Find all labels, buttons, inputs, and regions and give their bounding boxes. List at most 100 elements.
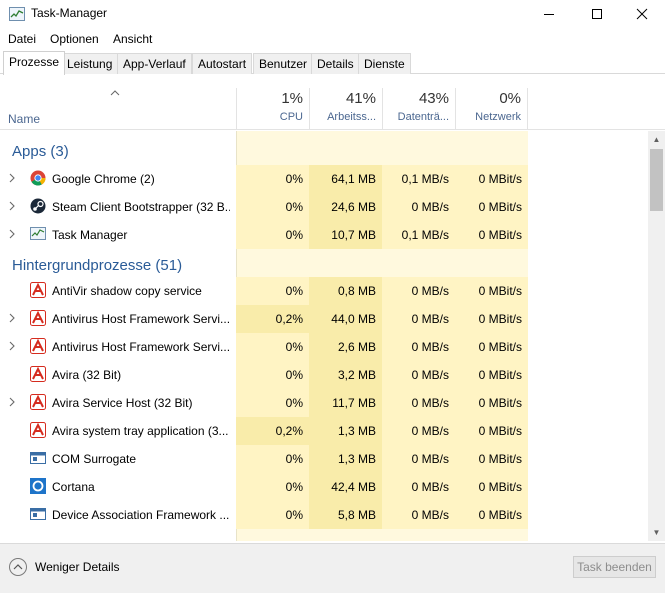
network-value: 0 MBit/s [455, 473, 528, 501]
cpu-value: 0% [236, 389, 309, 417]
menu-optionen[interactable]: Optionen [50, 32, 99, 46]
expand-chevron-icon[interactable] [9, 173, 17, 183]
process-row[interactable]: Antivirus Host Framework Servi... 0% 2,6 M… [0, 333, 648, 361]
disk-value: 0 MB/s [382, 193, 455, 221]
cortana-icon [30, 478, 46, 494]
process-row[interactable]: Task Manager 0% 10,7 MB 0,1 MB/s 0 MBit/s [0, 221, 648, 249]
network-value: 0 MBit/s [455, 389, 528, 417]
memory-value: 64,1 MB [309, 165, 382, 193]
cpu-value: 0,2% [236, 305, 309, 333]
cpu-value: 0% [236, 277, 309, 305]
memory-value: 11,7 MB [309, 389, 382, 417]
process-row[interactable]: Avira Service Host (32 Bit) 0% 11,7 MB 0 MB… [0, 389, 648, 417]
sort-ascending-icon [110, 88, 120, 99]
process-row[interactable]: Cortana 0% 42,4 MB 0 MB/s 0 MBit/s [0, 473, 648, 501]
scroll-thumb[interactable] [650, 149, 663, 211]
cpu-value: 0% [236, 193, 309, 221]
vertical-scrollbar[interactable]: ▲ ▼ [648, 131, 665, 541]
network-value: 0 MBit/s [455, 333, 528, 361]
tab-benutzer[interactable]: Benutzer [253, 53, 314, 74]
process-name: Cortana [52, 480, 95, 494]
process-row[interactable]: Avira system tray application (3... 0,2% 1… [0, 417, 648, 445]
expand-chevron-icon[interactable] [9, 341, 17, 351]
process-row[interactable]: Antivirus Host Framework Servi... 0,2% 44,… [0, 305, 648, 333]
column-network-header[interactable]: 0% Netzwerk [455, 88, 528, 130]
minimize-button[interactable] [526, 0, 572, 28]
maximize-button[interactable] [574, 0, 620, 28]
task-manager-app-icon [9, 7, 25, 21]
disk-value: 0,1 MB/s [382, 165, 455, 193]
expand-chevron-icon[interactable] [9, 313, 17, 323]
process-name: Antivirus Host Framework Servi... [52, 312, 230, 326]
end-task-button[interactable]: Task beenden [573, 556, 656, 578]
disk-total: 43% [418, 90, 449, 107]
process-name: Antivirus Host Framework Servi... [52, 340, 230, 354]
tab-prozesse[interactable]: Prozesse [3, 51, 66, 75]
network-total: 0% [499, 90, 521, 107]
scroll-down-icon[interactable]: ▼ [648, 524, 665, 541]
process-row[interactable]: Google Chrome (2) 0% 64,1 MB 0,1 MB/s 0 MBit… [0, 165, 648, 193]
network-value: 0 MBit/s [455, 193, 528, 221]
process-list: Apps (3) Google Chrome (2) 0% 64,1 MB 0,1 MB… [0, 131, 648, 541]
tab-dienste[interactable]: Dienste [358, 53, 411, 74]
process-row[interactable]: AntiVir shadow copy service 0% 0,8 MB 0 MB/… [0, 277, 648, 305]
network-value: 0 MBit/s [455, 305, 528, 333]
column-cpu-header[interactable]: 1% CPU [236, 88, 309, 130]
tab-app-verlauf[interactable]: App-Verlauf [117, 53, 192, 74]
cpu-value: 0% [236, 473, 309, 501]
group-header-background[interactable]: Hintergrundprozesse (51) [0, 251, 648, 279]
process-name: Device Association Framework ... [52, 508, 230, 522]
close-button[interactable] [619, 0, 665, 28]
expand-chevron-icon[interactable] [9, 397, 17, 407]
tab-details[interactable]: Details [311, 53, 360, 74]
memory-total: 41% [345, 90, 376, 107]
column-name-header[interactable]: Name [8, 112, 40, 126]
avira-icon [30, 422, 46, 438]
expand-chevron-icon[interactable] [9, 201, 17, 211]
disk-value: 0,1 MB/s [382, 221, 455, 249]
column-disk-header[interactable]: 43% Datenträ... [382, 88, 455, 130]
column-memory-header[interactable]: 41% Arbeitss... [309, 88, 382, 130]
scroll-up-icon[interactable]: ▲ [648, 131, 665, 148]
menu-ansicht[interactable]: Ansicht [113, 32, 152, 46]
disk-value: 0 MB/s [382, 473, 455, 501]
memory-value: 0,8 MB [309, 277, 382, 305]
group-header-apps[interactable]: Apps (3) [0, 137, 648, 165]
process-name: Google Chrome (2) [52, 172, 155, 186]
network-value: 0 MBit/s [455, 165, 528, 193]
disk-value: 0 MB/s [382, 277, 455, 305]
process-name: Avira (32 Bit) [52, 368, 122, 382]
menu-datei[interactable]: Datei [8, 32, 36, 46]
process-row[interactable]: Device Association Framework ... 0% 5,8 MB… [0, 501, 648, 529]
memory-value: 1,3 MB [309, 445, 382, 473]
title-bar: Task-Manager [0, 0, 665, 28]
network-value: 0 MBit/s [455, 445, 528, 473]
tab-autostart[interactable]: Autostart [192, 53, 253, 74]
memory-value: 42,4 MB [309, 473, 382, 501]
network-value: 0 MBit/s [455, 221, 528, 249]
process-row[interactable]: Avira (32 Bit) 0% 3,2 MB 0 MB/s 0 MBit/s [0, 361, 648, 389]
less-details-link[interactable]: Weniger Details [35, 560, 119, 574]
network-value: 0 MBit/s [455, 417, 528, 445]
process-name: Avira system tray application (3... [52, 424, 229, 438]
disk-value: 0 MB/s [382, 389, 455, 417]
tab-bar: Prozesse Leistung App-Verlauf Autostart … [0, 51, 665, 75]
avira-icon [30, 366, 46, 382]
process-row[interactable]: Steam Client Bootstrapper (32 B... 0% 24,6… [0, 193, 648, 221]
memory-value: 2,6 MB [309, 333, 382, 361]
process-row[interactable]: COM Surrogate 0% 1,3 MB 0 MB/s 0 MBit/s [0, 445, 648, 473]
cpu-value: 0% [236, 221, 309, 249]
column-header: Name 1% CPU 41% Arbeitss... 43% Datenträ… [0, 88, 665, 130]
cpu-value: 0% [236, 165, 309, 193]
minimize-icon [544, 14, 554, 15]
tab-leistung[interactable]: Leistung [61, 53, 119, 74]
chevron-up-circle-icon[interactable] [9, 558, 27, 576]
expand-chevron-icon[interactable] [9, 229, 17, 239]
memory-value: 5,8 MB [309, 501, 382, 529]
disk-value: 0 MB/s [382, 361, 455, 389]
group-title: Apps (3) [12, 143, 69, 160]
menu-bar: Datei Optionen Ansicht [0, 29, 665, 49]
cpu-value: 0,2% [236, 417, 309, 445]
com-surrogate-icon [30, 450, 46, 466]
network-label: Netzwerk [475, 111, 521, 123]
